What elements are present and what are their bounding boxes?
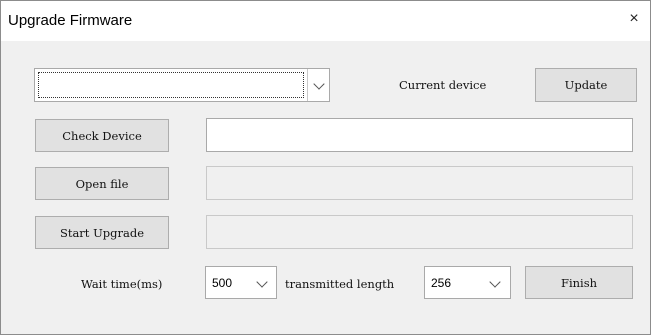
check-device-label: Check Device bbox=[62, 128, 142, 143]
title-bar: Upgrade Firmware × bbox=[1, 1, 650, 41]
wait-time-select[interactable]: 500 bbox=[205, 266, 277, 299]
chevron-down-icon[interactable] bbox=[313, 78, 325, 90]
finish-button[interactable]: Finish bbox=[525, 266, 633, 299]
file-path-field bbox=[206, 166, 633, 200]
chevron-down-icon[interactable] bbox=[256, 276, 268, 288]
wait-time-value: 500 bbox=[212, 276, 233, 290]
update-button[interactable]: Update bbox=[535, 68, 637, 102]
device-select[interactable] bbox=[34, 68, 330, 102]
chevron-down-icon[interactable] bbox=[489, 276, 501, 288]
update-button-label: Update bbox=[564, 78, 608, 92]
open-file-label: Open file bbox=[75, 176, 129, 191]
focus-rect bbox=[38, 72, 304, 98]
check-device-button[interactable]: Check Device bbox=[35, 119, 169, 152]
current-device-label: Current device bbox=[399, 78, 487, 92]
open-file-button[interactable]: Open file bbox=[35, 167, 169, 200]
window-title: Upgrade Firmware bbox=[8, 12, 133, 29]
length-value: 256 bbox=[431, 276, 452, 290]
device-info-field[interactable] bbox=[206, 118, 633, 152]
finish-button-label: Finish bbox=[560, 275, 598, 290]
length-select[interactable]: 256 bbox=[424, 266, 511, 299]
upgrade-status-field bbox=[206, 215, 633, 249]
upgrade-firmware-dialog: Upgrade Firmware × Current device Update… bbox=[0, 0, 651, 335]
start-upgrade-label: Start Upgrade bbox=[59, 225, 145, 240]
close-icon[interactable]: × bbox=[624, 9, 644, 29]
start-upgrade-button[interactable]: Start Upgrade bbox=[35, 216, 169, 249]
transmitted-length-label: transmitted length bbox=[285, 277, 395, 291]
wait-time-label: Wait time(ms) bbox=[81, 277, 163, 291]
combo-separator bbox=[307, 69, 308, 101]
